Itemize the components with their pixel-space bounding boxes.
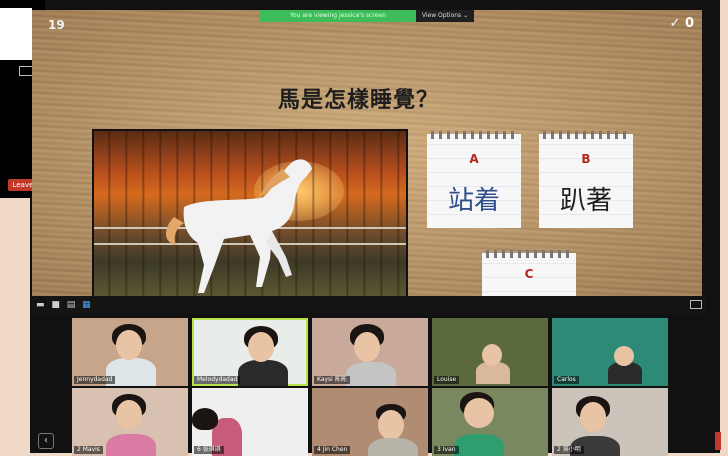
question-text: 馬是怎樣睡覺？ <box>278 88 440 113</box>
shared-slide: 19 ✓ 0 馬是怎樣睡覺？ A 站着 B 趴著 C <box>32 10 702 296</box>
speaker-view-icon[interactable]: ■ <box>51 300 62 310</box>
previous-page-button[interactable]: ‹ <box>38 433 54 449</box>
participant-face <box>116 400 142 430</box>
option-letter: B <box>581 152 591 166</box>
answer-check-counter: ✓ 0 <box>669 16 694 31</box>
participant-name: Jennydadad <box>74 376 116 384</box>
participant-tile[interactable]: 2 Mavis <box>72 388 188 456</box>
participant-name: Melodydadad <box>194 376 241 384</box>
view-options-button[interactable]: View Options ⌄ <box>416 10 474 22</box>
participant-gallery: Jennydadad Melodydadad Kaysi 陈陈 Louise C… <box>32 314 706 456</box>
participant-face <box>614 346 634 366</box>
sharing-notice: You are viewing jessica's screen <box>260 10 416 22</box>
participant-body <box>238 360 288 386</box>
slide-number: 19 <box>48 18 65 32</box>
horse-illustration <box>166 159 312 293</box>
participant-tile[interactable]: 2 吳小明 <box>552 388 668 456</box>
participant-tile[interactable]: Jennydadad <box>72 318 188 386</box>
participant-face <box>464 398 494 428</box>
participant-tile[interactable]: 6 张琪琪 <box>192 388 308 456</box>
binder-rings <box>543 131 629 139</box>
screen-icon[interactable] <box>19 66 33 76</box>
participant-face <box>248 332 274 362</box>
participant-name: Louise <box>434 376 460 384</box>
minimize-icon[interactable]: ▬ <box>36 300 47 310</box>
horse-photo <box>92 129 408 296</box>
option-text: 趴著 <box>559 186 612 216</box>
participant-tile[interactable]: 4 Jin Chen <box>312 388 428 456</box>
exit-fullscreen-icon[interactable] <box>690 300 702 309</box>
option-letter: A <box>469 152 479 166</box>
participant-name: Kaysi 陈陈 <box>314 376 350 384</box>
participant-tile[interactable]: 3 Ivan <box>432 388 548 456</box>
self-view-thumbnail[interactable] <box>0 8 32 60</box>
leave-edge-button[interactable] <box>715 432 721 450</box>
participant-face <box>116 330 142 360</box>
participant-body <box>346 362 396 386</box>
participant-face <box>378 410 404 440</box>
answer-card-b[interactable]: B 趴著 <box>539 131 633 228</box>
binder-rings <box>486 250 572 258</box>
strip-view-icon[interactable]: ▤ <box>67 300 78 310</box>
participant-face <box>580 402 606 432</box>
participant-tile[interactable]: Melodydadad <box>192 318 308 386</box>
participant-name: Carlos <box>554 376 579 384</box>
gallery-view-icon[interactable]: ▦ <box>82 300 93 310</box>
option-text: 站着 <box>447 186 500 216</box>
answer-card-a[interactable]: A 站着 <box>427 131 521 228</box>
participant-tile[interactable]: Kaysi 陈陈 <box>312 318 428 386</box>
participant-body <box>368 438 418 456</box>
gallery-toolbar: ▬ ■ ▤ ▦ <box>32 296 706 314</box>
participant-face <box>482 344 502 366</box>
answer-card-c[interactable]: C <box>482 250 576 296</box>
binder-rings <box>431 131 517 139</box>
participant-tile[interactable]: Louise <box>432 318 548 386</box>
participant-tile[interactable]: Carlos <box>552 318 668 386</box>
view-mode-switcher[interactable]: ▬ ■ ▤ ▦ <box>36 300 93 310</box>
participant-face <box>354 332 380 362</box>
participant-hair <box>192 408 218 430</box>
screen-share-banner: You are viewing jessica's screen View Op… <box>260 10 474 22</box>
option-letter: C <box>524 267 534 281</box>
